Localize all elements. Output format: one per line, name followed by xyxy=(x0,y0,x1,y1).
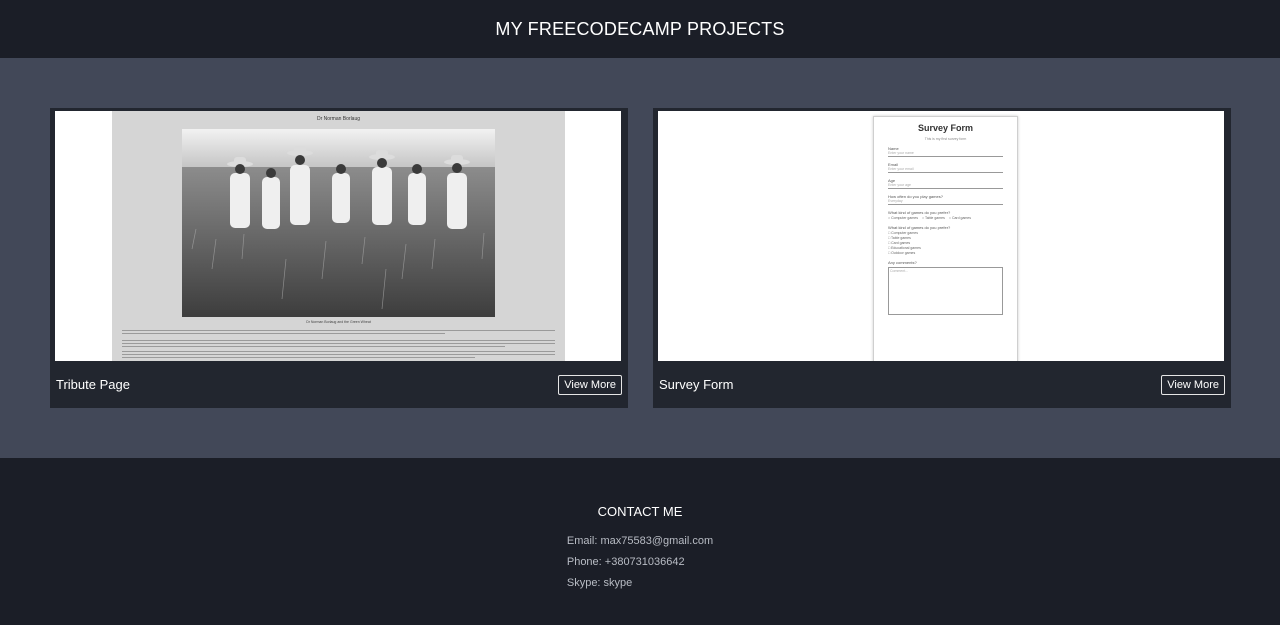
project-title: Tribute Page xyxy=(56,377,130,392)
projects-section: Dr Norman Borlaug Dr Norman Borlaug and … xyxy=(0,58,1280,458)
survey-radio-label: Card games xyxy=(951,216,972,220)
survey-checkbox-option: □ Educational games xyxy=(888,246,921,250)
survey-checkbox-label: Educational games xyxy=(891,246,921,250)
survey-checkbox-option: □ Computer games xyxy=(888,231,918,235)
survey-preview-heading: Survey Form xyxy=(917,123,974,133)
survey-email-field: Enter your email xyxy=(888,167,1003,173)
survey-age-field: Enter your age xyxy=(888,183,1003,189)
project-card-tribute[interactable]: Dr Norman Borlaug Dr Norman Borlaug and … xyxy=(50,108,628,408)
tribute-preview-text-line xyxy=(122,357,475,358)
view-more-button[interactable]: View More xyxy=(558,374,622,395)
field-photo-image xyxy=(182,129,495,317)
page-title: MY FREECODECAMP PROJECTS xyxy=(495,18,785,39)
survey-checkbox-option: □ Table games xyxy=(888,236,911,240)
survey-kind-label: What kind of games do you prefer? xyxy=(888,210,951,215)
tribute-preview-text-line xyxy=(122,346,505,347)
survey-radio-label: Computer games xyxy=(891,216,918,220)
contact-email[interactable]: Email: max75583@gmail.com xyxy=(567,531,713,552)
tribute-preview-page: Dr Norman Borlaug Dr Norman Borlaug and … xyxy=(112,111,565,361)
survey-checkbox-option: □ Card games xyxy=(888,241,911,245)
survey-radio-option: ○ Computer games xyxy=(888,216,918,220)
survey-checkbox-label: Computer games xyxy=(891,231,918,235)
contact-list: Email: max75583@gmail.com Phone: +380731… xyxy=(567,531,713,594)
project-title: Survey Form xyxy=(659,377,734,392)
tribute-preview-text-line xyxy=(122,330,555,331)
survey-name-field: Enter your name xyxy=(888,151,1003,157)
card-footer: Survey Form View More xyxy=(653,361,1231,408)
tribute-preview-text-line xyxy=(122,333,445,334)
tribute-preview-text-line xyxy=(122,340,555,341)
contact-skype[interactable]: Skype: skype xyxy=(567,573,713,594)
survey-play-value: Everyday xyxy=(888,199,903,203)
survey-checkbox-option: □ Outdoor games xyxy=(888,251,916,255)
survey-play-select: Everyday xyxy=(888,199,1003,205)
tribute-preview-heading: Dr Norman Borlaug xyxy=(316,116,361,122)
survey-preview-form: Survey Form This is my first survey form… xyxy=(873,116,1018,361)
view-more-button[interactable]: View More xyxy=(1161,374,1225,395)
tribute-preview-caption: Dr Norman Borlaug and the Green Wheat xyxy=(306,320,371,324)
survey-checkbox-label: Table games xyxy=(891,236,911,240)
survey-kind-radios: ○ Computer games ○ Table games ○ Card ga… xyxy=(888,216,1003,220)
survey-comments-label: Any comments? xyxy=(888,260,917,265)
survey-radio-option: ○ Card games xyxy=(948,216,972,220)
tribute-preview-text-line xyxy=(122,351,555,352)
project-card-survey[interactable]: Survey Form This is my first survey form… xyxy=(653,108,1231,408)
project-preview-survey[interactable]: Survey Form This is my first survey form… xyxy=(658,111,1224,361)
survey-checkbox-label: Card games xyxy=(891,241,911,245)
tribute-preview-text-line xyxy=(122,354,555,355)
card-footer: Tribute Page View More xyxy=(50,361,628,408)
tribute-preview-photo xyxy=(182,129,495,317)
tribute-preview-text-line xyxy=(122,343,555,344)
contact-section: CONTACT ME Email: max75583@gmail.com Pho… xyxy=(0,458,1280,625)
survey-preview-subheading: This is my first survey form xyxy=(924,137,967,141)
survey-kind2-label: What kind of games do you prefer? xyxy=(888,225,951,230)
survey-comments-textarea: Comment... xyxy=(888,267,1003,315)
project-preview-tribute[interactable]: Dr Norman Borlaug Dr Norman Borlaug and … xyxy=(55,111,621,361)
survey-radio-label: Table games xyxy=(924,216,945,220)
contact-phone[interactable]: Phone: +380731036642 xyxy=(567,552,713,573)
survey-radio-option: ○ Table games xyxy=(921,216,945,220)
page-header: MY FREECODECAMP PROJECTS xyxy=(0,0,1280,58)
survey-checkbox-label: Outdoor games xyxy=(891,251,916,255)
contact-title: CONTACT ME xyxy=(597,504,683,519)
